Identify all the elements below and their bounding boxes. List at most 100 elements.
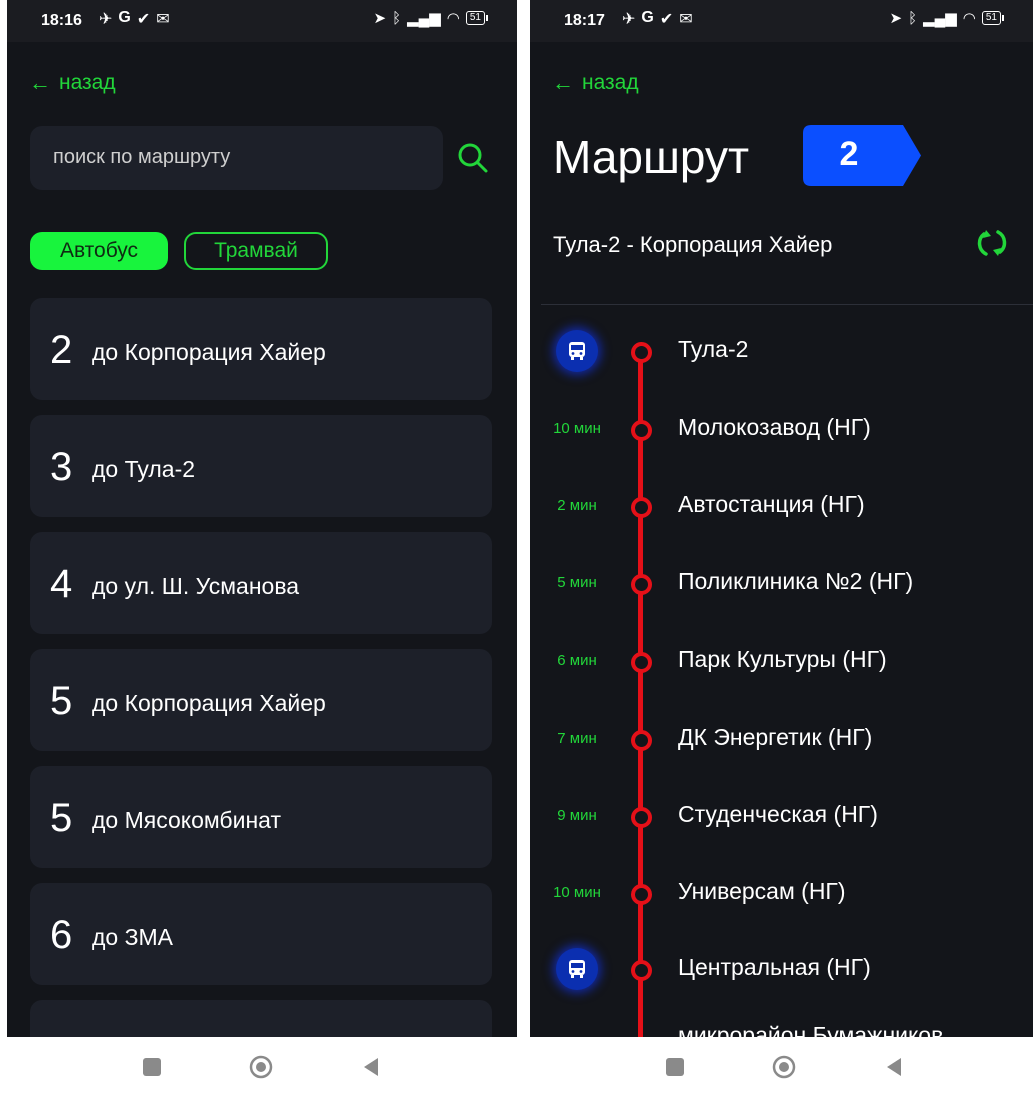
stop-item[interactable]: 10 мин Универсам (НГ) <box>530 862 1033 922</box>
route-card-partial[interactable] <box>30 1000 492 1037</box>
square-icon <box>666 1058 684 1076</box>
stop-dot <box>631 652 652 673</box>
location-icon: ➤ <box>373 10 387 27</box>
stop-dot <box>631 960 652 981</box>
mute-icon: ✈ <box>622 11 636 28</box>
stop-time: 6 мин <box>557 652 597 669</box>
check-icon: ✔ <box>136 11 151 28</box>
route-number: 6 <box>50 913 73 957</box>
search-button[interactable] <box>455 140 491 176</box>
stop-item[interactable]: 7 мин ДК Энергетик (НГ) <box>530 708 1033 768</box>
mail-icon: ✉ <box>679 11 693 28</box>
stop-item[interactable]: 6 мин Парк Культуры (НГ) <box>530 630 1033 690</box>
stop-name: Молокозавод (НГ) <box>678 414 871 440</box>
search-input[interactable] <box>51 145 425 170</box>
home-button[interactable] <box>772 1055 796 1079</box>
system-icons: ➤ ᛒ ▂▄▆ ◠ 51 <box>889 9 1005 27</box>
stop-dot <box>631 807 652 828</box>
stop-name: Центральная (НГ) <box>678 954 871 980</box>
google-icon: G <box>118 9 131 26</box>
notification-icons: ✈ G ✔ ✉ <box>99 9 170 29</box>
route-number: 3 <box>50 445 73 489</box>
arrow-left-icon: ← <box>29 70 51 95</box>
stop-time: 5 мин <box>557 574 597 591</box>
wifi-icon: ◠ <box>962 10 976 27</box>
phone-right: 18:17 ✈ G ✔ ✉ ➤ ᛒ ▂▄▆ ◠ 51 ← назад Маршр… <box>530 0 1033 1095</box>
filter-bus-label: Автобус <box>59 239 139 262</box>
route-number: 5 <box>50 679 73 723</box>
circle-icon <box>772 1055 796 1079</box>
stop-dot <box>631 730 652 751</box>
stop-item[interactable]: Тула-2 <box>530 320 1033 380</box>
back-button[interactable] <box>359 1055 383 1079</box>
stop-dot <box>631 342 652 363</box>
battery-icon: 51 <box>465 11 489 25</box>
stop-dot <box>631 574 652 595</box>
triangle-back-icon <box>887 1058 901 1076</box>
bus-marker <box>556 330 598 372</box>
signal-icon: ▂▄▆ <box>407 10 441 27</box>
filter-bus[interactable]: Автобус <box>30 232 168 270</box>
stop-name: Парк Культуры (НГ) <box>678 646 887 672</box>
route-card[interactable]: 3 до Тула-2 <box>30 415 492 517</box>
back-button[interactable] <box>882 1055 906 1079</box>
stop-name: ДК Энергетик (НГ) <box>678 724 873 750</box>
page-title: Маршрут <box>553 131 750 183</box>
stop-item[interactable]: 2 мин Автостанция (НГ) <box>530 475 1033 535</box>
circle-icon <box>249 1055 273 1079</box>
route-destination: до Корпорация Хайер <box>92 690 326 716</box>
stop-dot <box>631 497 652 518</box>
back-link[interactable]: ← назад <box>29 70 116 96</box>
bus-icon <box>569 342 585 360</box>
location-icon: ➤ <box>889 10 903 27</box>
android-nav-bar <box>7 1037 517 1095</box>
bus-marker <box>556 948 598 990</box>
back-link[interactable]: ← назад <box>552 70 639 96</box>
bus-icon <box>569 960 585 978</box>
route-destination: до Тула-2 <box>92 456 196 482</box>
route-destination: до Корпорация Хайер <box>92 339 326 365</box>
route-list-screen: 18:16 ✈ G ✔ ✉ ➤ ᛒ ▂▄▆ ◠ 51 ← назад поиск… <box>7 0 517 1037</box>
stop-dot <box>631 420 652 441</box>
stop-dot <box>631 884 652 905</box>
phone-left: 18:16 ✈ G ✔ ✉ ➤ ᛒ ▂▄▆ ◠ 51 ← назад поиск… <box>7 0 517 1095</box>
check-icon: ✔ <box>659 11 674 28</box>
stop-name: Поликлиника №2 (НГ) <box>678 568 914 594</box>
filter-tram[interactable]: Трамвай <box>184 232 328 270</box>
search-field <box>30 126 443 190</box>
filter-tram-label: Трамвай <box>214 239 298 262</box>
system-icons: ➤ ᛒ ▂▄▆ ◠ 51 <box>373 9 489 27</box>
status-time: 18:16 <box>41 12 82 29</box>
stop-time: 9 мин <box>557 807 597 824</box>
route-destination: до Мясокомбинат <box>92 807 281 833</box>
route-card[interactable]: 5 до Мясокомбинат <box>30 766 492 868</box>
stop-item[interactable]: микрорайон Бумажников <box>530 1006 1033 1037</box>
stop-item[interactable]: 5 мин Поликлиника №2 (НГ) <box>530 552 1033 612</box>
bluetooth-icon: ᛒ <box>392 9 402 27</box>
battery-icon: 51 <box>981 11 1005 25</box>
route-detail-screen: 18:17 ✈ G ✔ ✉ ➤ ᛒ ▂▄▆ ◠ 51 ← назад Маршр… <box>530 0 1033 1037</box>
route-card[interactable]: 5 до Корпорация Хайер <box>30 649 492 751</box>
stop-item[interactable]: 9 мин Студенческая (НГ) <box>530 785 1033 845</box>
wifi-icon: ◠ <box>446 10 460 27</box>
stop-item[interactable]: 10 мин Молокозавод (НГ) <box>530 398 1033 458</box>
recent-apps-button[interactable] <box>663 1055 687 1079</box>
stop-item[interactable]: Центральная (НГ) <box>530 938 1033 998</box>
back-label: назад <box>59 71 116 94</box>
status-time: 18:17 <box>564 12 605 29</box>
route-number: 5 <box>50 796 73 840</box>
route-card[interactable]: 2 до Корпорация Хайер <box>30 298 492 400</box>
bluetooth-icon: ᛒ <box>908 9 918 27</box>
recent-apps-button[interactable] <box>140 1055 164 1079</box>
route-number-badge: 2 <box>803 125 921 186</box>
signal-icon: ▂▄▆ <box>923 10 957 27</box>
stop-time: 10 мин <box>553 420 601 437</box>
status-bar: 18:17 ✈ G ✔ ✉ ➤ ᛒ ▂▄▆ ◠ 51 <box>530 0 1033 42</box>
stop-time: 7 мин <box>557 730 597 747</box>
route-card[interactable]: 6 до ЗМА <box>30 883 492 985</box>
route-card[interactable]: 4 до ул. Ш. Усманова <box>30 532 492 634</box>
home-button[interactable] <box>249 1055 273 1079</box>
reverse-direction-button[interactable] <box>974 225 1010 261</box>
stop-time: 2 мин <box>557 497 597 514</box>
square-icon <box>143 1058 161 1076</box>
